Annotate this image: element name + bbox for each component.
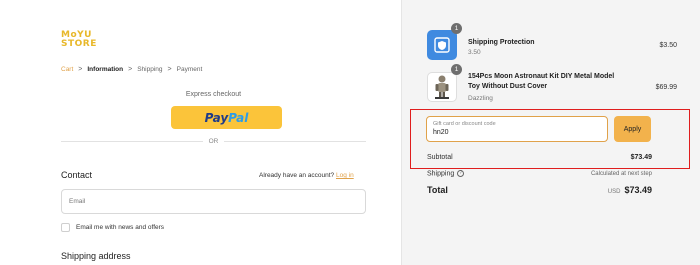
total-value-wrap: USD $73.49 [608, 185, 652, 195]
apply-discount-button[interactable]: Apply [614, 116, 651, 142]
express-checkout-label: Express checkout [185, 91, 242, 98]
info-icon[interactable]: ? [457, 170, 465, 177]
subtotal-value: $73.49 [630, 154, 652, 161]
paypal-button[interactable]: Pay Pal [171, 106, 282, 129]
item-name: Shipping Protection [468, 39, 535, 46]
shield-icon [434, 37, 450, 53]
quantity-badge: 1 [451, 23, 462, 34]
breadcrumb-cart[interactable]: Cart [61, 66, 73, 73]
shipping-label-wrap: Shipping? [427, 170, 465, 178]
breadcrumb-shipping: Shipping [137, 66, 163, 73]
shipping-row: Shipping? Calculated at next step [427, 170, 652, 177]
item-thumbnail [427, 72, 457, 102]
quantity-badge: 1 [451, 64, 462, 75]
shipping-address-heading: Shipping address [61, 251, 131, 261]
paypal-logo-pal: Pal [228, 110, 249, 125]
breadcrumb-separator: > [128, 66, 133, 73]
breadcrumb-separator: > [78, 66, 83, 73]
total-row: Total USD $73.49 [427, 185, 652, 195]
newsletter-option: Email me with news and offers [61, 223, 164, 232]
item-price: $3.50 [659, 42, 677, 49]
total-value: $73.49 [624, 185, 652, 195]
item-subtitle: 3.50 [468, 49, 481, 56]
login-link[interactable]: Log in [336, 172, 354, 179]
breadcrumb-payment: Payment [176, 66, 203, 73]
shipping-label: Shipping [427, 170, 455, 178]
newsletter-checkbox[interactable] [61, 223, 70, 232]
paypal-logo-pay: Pay [204, 110, 229, 125]
or-divider: OR [61, 138, 366, 145]
total-label: Total [427, 185, 448, 195]
breadcrumb: Cart > Information > Shipping > Payment [61, 66, 202, 73]
subtotal-label: Subtotal [427, 154, 453, 161]
item-price: $69.99 [655, 84, 677, 91]
breadcrumb-information: Information [87, 66, 124, 73]
account-prompt-text: Already have an account? [259, 172, 335, 179]
item-subtitle: Dazzling [468, 95, 493, 102]
newsletter-label[interactable]: Email me with news and offers [76, 224, 164, 231]
order-summary: 1 Shipping Protection 3.50 $3.50 1 154Pc… [401, 0, 700, 265]
item-thumbnail [427, 30, 457, 60]
order-item-astronaut-kit: 1 154Pcs Moon Astronaut Kit DIY Metal Mo… [427, 64, 677, 107]
breadcrumb-separator: > [167, 66, 172, 73]
checkout-page: MoYU STORE Cart > Information > Shipping… [0, 0, 700, 265]
divider-line [61, 141, 203, 142]
divider-line [224, 141, 366, 142]
discount-code-value[interactable]: hn20 [433, 128, 601, 138]
order-item-shipping-protection: 1 Shipping Protection 3.50 $3.50 [427, 23, 677, 62]
currency-code: USD [607, 189, 621, 195]
discount-field-label: Gift card or discount code [433, 121, 496, 127]
checkout-main-column: MoYU STORE Cart > Information > Shipping… [0, 0, 401, 265]
astronaut-model-image [435, 75, 449, 99]
email-field[interactable] [61, 189, 366, 214]
contact-heading: Contact [61, 170, 93, 180]
subtotal-row: Subtotal $73.49 [427, 154, 652, 161]
shipping-value: Calculated at next step [590, 170, 652, 177]
store-logo[interactable]: MoYU STORE [61, 31, 97, 49]
or-label: OR [208, 138, 219, 145]
item-name: 154Pcs Moon Astronaut Kit DIY Metal Mode… [468, 73, 615, 90]
discount-code-field[interactable]: Gift card or discount code hn20 [426, 116, 608, 142]
account-prompt: Already have an account? Log in [259, 172, 354, 179]
